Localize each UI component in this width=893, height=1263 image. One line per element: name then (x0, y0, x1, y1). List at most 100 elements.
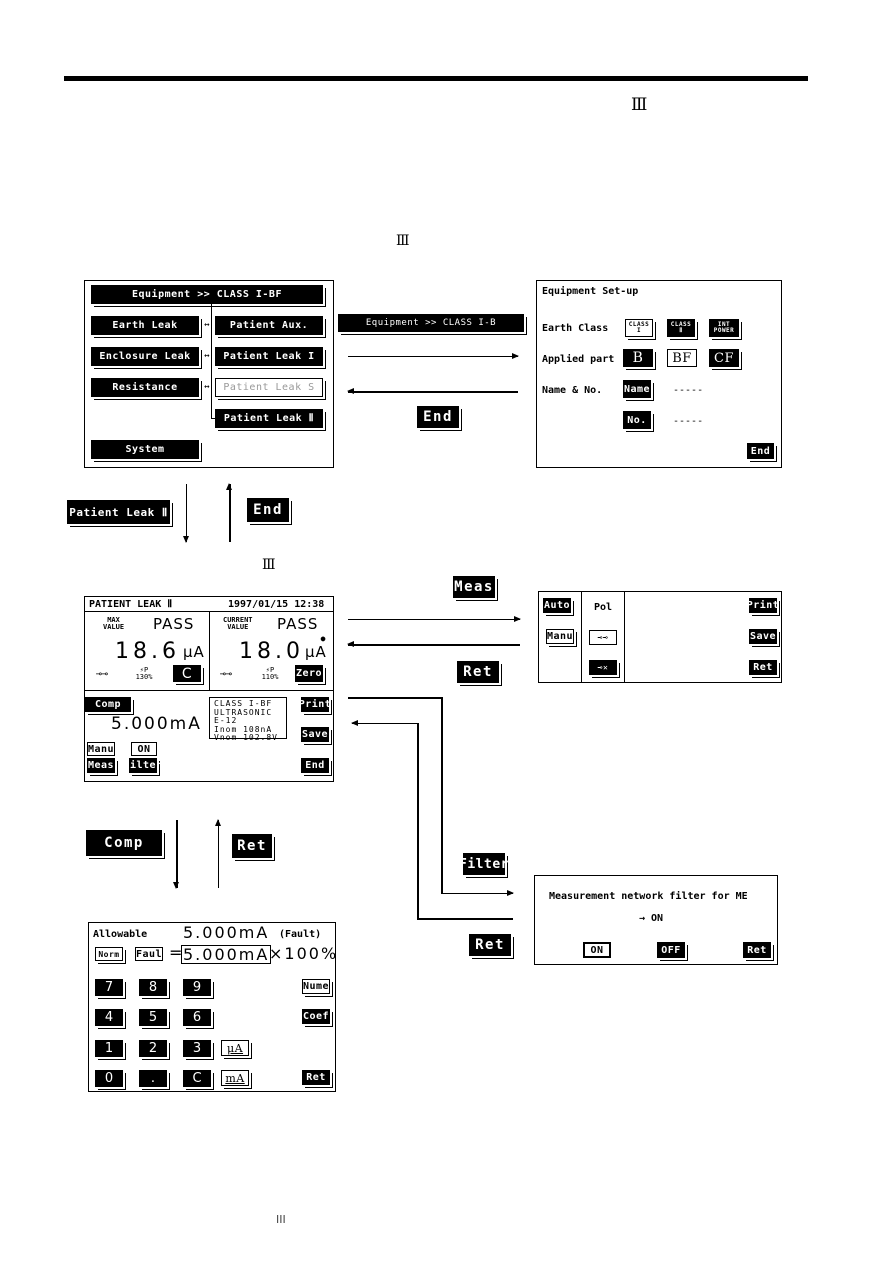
nume-button[interactable]: Nume (302, 979, 330, 994)
setup-end-button[interactable]: End (747, 443, 774, 459)
arrow-to-meas-panel (348, 616, 521, 622)
norm-button[interactable]: Norm (95, 947, 123, 961)
patient-aux-button[interactable]: Patient Aux. (215, 316, 323, 335)
measure-datetime: 1997/01/15 12:38 (228, 599, 325, 610)
zero-button[interactable]: Zero (295, 665, 323, 682)
polarity-normal-icon: ⊸⊸ (219, 668, 233, 680)
arrow-to-filter-panel (441, 890, 514, 896)
patient-leak-2-button[interactable]: Patient Leak Ⅱ (215, 409, 323, 428)
meas-ret-button[interactable]: Ret (749, 660, 777, 675)
max-value-label: MAX VALUE (103, 616, 125, 631)
meas-button[interactable]: Meas (87, 758, 115, 773)
comp-panel-screen: Allowable 5.000mA (Fault) Norm Faul = 5.… (88, 922, 336, 1092)
key-4[interactable]: 4 (95, 1009, 123, 1026)
filter-ret-nav-button[interactable]: Ret (469, 934, 511, 956)
system-button[interactable]: System (91, 440, 199, 459)
applied-part-cf-button[interactable]: CF (709, 349, 739, 367)
measure-title: PATIENT LEAK Ⅱ (89, 599, 173, 610)
patient-leak-s-button[interactable]: Patient Leak S (215, 378, 323, 397)
faul-button[interactable]: Faul (135, 947, 163, 961)
polarity-normal-icon: ⊸⊸ (597, 633, 609, 642)
no-value: ----- (673, 416, 704, 427)
resistance-button[interactable]: Resistance (91, 378, 199, 397)
key-5[interactable]: 5 (139, 1009, 167, 1026)
arrow-to-setup (348, 353, 519, 359)
end-button[interactable]: End (417, 406, 459, 428)
applied-part-b-button[interactable]: B (623, 349, 653, 367)
patient-leak-2-nav-button[interactable]: Patient Leak Ⅱ (67, 500, 170, 524)
polarity-normal-button[interactable]: ⊸⊸ (589, 630, 617, 645)
unit-ma-button[interactable]: mA (221, 1070, 249, 1086)
section-numeral-2: Ⅲ (262, 557, 276, 573)
filter-off-button[interactable]: OFF (657, 942, 685, 958)
arrow-up-to-measure (215, 819, 221, 888)
comp-ret-button[interactable]: Ret (302, 1070, 330, 1085)
name-no-label: Name & No. (542, 385, 603, 396)
key-clear[interactable]: C (183, 1070, 211, 1087)
key-6[interactable]: 6 (183, 1009, 211, 1026)
int-power-button[interactable]: INT POWER (709, 319, 739, 337)
filter-title: Measurement network filter for ME (549, 891, 748, 902)
applied-part-bf-button[interactable]: BF (667, 349, 697, 367)
unit-ua-button[interactable]: μA (221, 1040, 249, 1056)
arrow-down-to-comp (173, 820, 179, 889)
pol-label: Pol (594, 602, 613, 613)
key-2[interactable]: 2 (139, 1040, 167, 1057)
filter-route-line (417, 918, 513, 920)
earth-leak-button[interactable]: Earth Leak (91, 316, 199, 335)
filter-route-line (417, 723, 419, 919)
save-button[interactable]: Save (301, 727, 329, 742)
name-button[interactable]: Name (623, 380, 651, 398)
no-button[interactable]: No. (623, 411, 651, 429)
meas-nav-button[interactable]: Meas (453, 576, 495, 598)
filter-panel-screen: Measurement network filter for ME → ON O… (534, 875, 778, 965)
meas-print-button[interactable]: Print (747, 598, 779, 613)
clear-max-button[interactable]: C (173, 665, 201, 682)
polarity-normal-icon: ⊸⊸ (95, 668, 109, 680)
class-2-button[interactable]: CLASS Ⅱ (667, 319, 695, 337)
entry-value-field[interactable]: 5.000mA (181, 945, 272, 964)
print-button[interactable]: Print (299, 697, 331, 712)
key-decimal[interactable]: . (139, 1070, 167, 1087)
auto-button[interactable]: Auto (543, 598, 571, 613)
equipment-class-button[interactable]: Equipment >> CLASS I-B (338, 314, 524, 332)
current-value-label: CURRENT VALUE (223, 616, 253, 631)
filter-button[interactable]: Filter (123, 758, 162, 773)
patient-leak-1-button[interactable]: Patient Leak I (215, 347, 323, 366)
current-pass-status: PASS (277, 615, 319, 633)
comp-nav-button[interactable]: Comp (86, 830, 162, 856)
meas-save-button[interactable]: Save (749, 629, 777, 644)
footer-numeral: III (276, 1213, 286, 1226)
manu-mode-label: Manu (87, 742, 115, 756)
polarity-reverse-button[interactable]: ⊸✕ (589, 660, 617, 675)
measure-end-nav-button[interactable]: End (247, 498, 289, 522)
key-8[interactable]: 8 (139, 979, 167, 996)
key-1[interactable]: 1 (95, 1040, 123, 1057)
filter-ret-button[interactable]: Ret (743, 942, 771, 958)
key-3[interactable]: 3 (183, 1040, 211, 1057)
filter-nav-button[interactable]: Filter (459, 853, 508, 875)
name-value: ----- (673, 385, 704, 396)
measure-end-button[interactable]: End (301, 758, 329, 773)
key-9[interactable]: 9 (183, 979, 211, 996)
setup-title: Equipment Set-up (542, 286, 639, 297)
equipment-button[interactable]: Equipment >> CLASS I-BF (91, 285, 323, 304)
class-1-button[interactable]: CLASS I (625, 319, 653, 337)
manu-button[interactable]: Manu (546, 629, 574, 644)
key-0[interactable]: 0 (95, 1070, 123, 1087)
multiplier: ×100% (269, 944, 339, 963)
info-line: Vnom 102.8V (214, 733, 278, 742)
applied-part-label: Applied part (542, 354, 615, 365)
meas-ret-nav-button[interactable]: Ret (457, 661, 499, 683)
comp-ret-nav-button[interactable]: Ret (232, 834, 272, 858)
comp-button[interactable]: Comp (85, 697, 131, 712)
coef-button[interactable]: Coef (302, 1009, 330, 1024)
filter-on-button[interactable]: ON (583, 942, 611, 958)
power-percent: 130% (135, 673, 153, 681)
allowable-mode: (Fault) (279, 929, 322, 940)
max-value: 18.6 (115, 639, 180, 664)
filter-status-label: ON (131, 742, 157, 756)
bidirectional-arrow-icon: ↔ (204, 351, 210, 361)
key-7[interactable]: 7 (95, 979, 123, 996)
enclosure-leak-button[interactable]: Enclosure Leak (91, 347, 199, 366)
